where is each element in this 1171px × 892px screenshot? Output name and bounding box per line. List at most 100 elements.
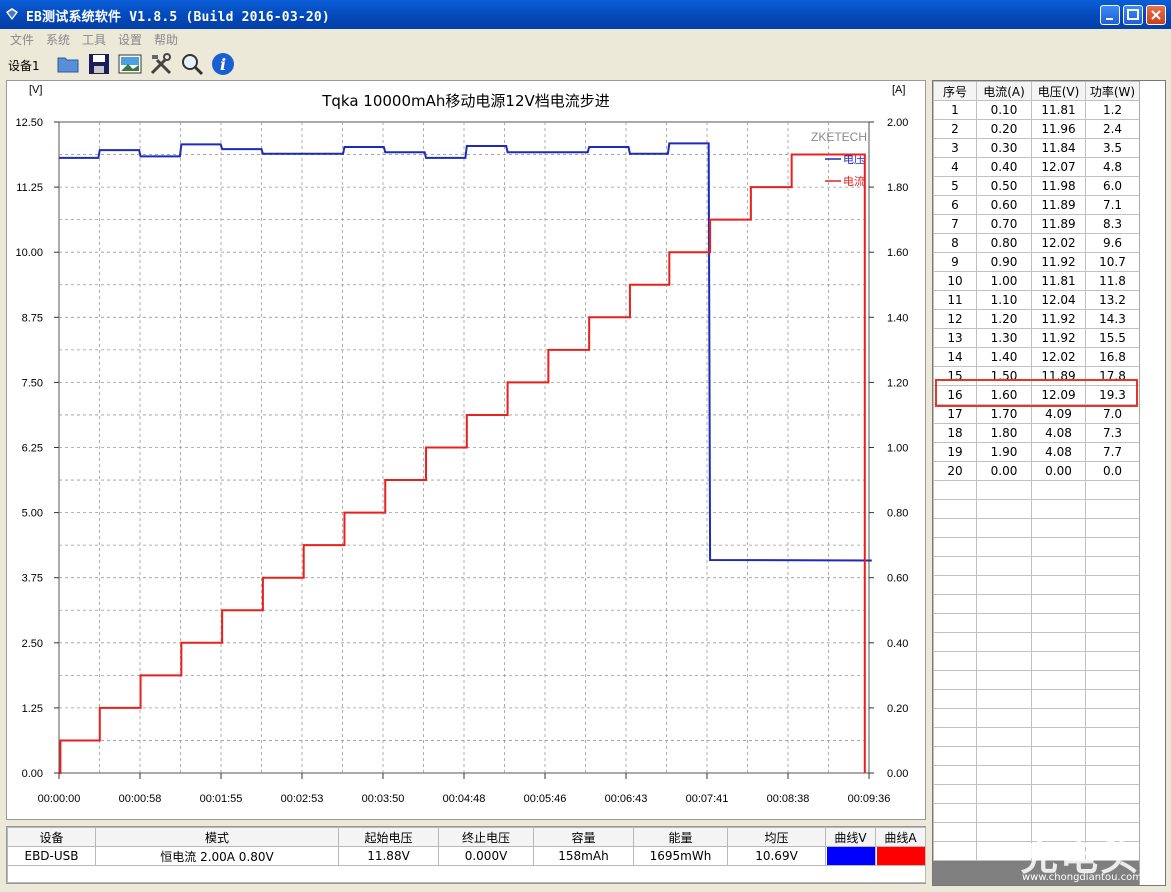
x-tick-label: 00:00:58 <box>119 793 162 805</box>
search-icon[interactable] <box>180 52 204 76</box>
table-cell: 0.00 <box>976 461 1032 481</box>
table-cell: 1.90 <box>976 442 1032 462</box>
table-cell: 0.80 <box>976 233 1032 253</box>
table-cell: 0.50 <box>976 176 1032 196</box>
table-cell: 12.02 <box>1031 233 1086 253</box>
y-right-tick-label: 0.60 <box>887 573 908 585</box>
device-tab[interactable]: 设备1 <box>8 57 40 74</box>
x-tick-label: 00:04:48 <box>443 793 486 805</box>
table-cell: 12.02 <box>1031 347 1086 367</box>
table-cell: 4.08 <box>1031 423 1086 443</box>
table-row[interactable]: 11 1.10 12.04 13.2 <box>933 290 1140 310</box>
summary-header: 曲线A <box>875 827 926 847</box>
empty-row <box>933 537 1140 557</box>
table-row[interactable]: 12 1.20 11.92 14.3 <box>933 309 1140 329</box>
color-swatch <box>826 847 875 865</box>
table-row[interactable]: 7 0.70 11.89 8.3 <box>933 214 1140 234</box>
table-cell: 7.3 <box>1085 423 1140 443</box>
y-right-tick-label: 0.40 <box>887 638 908 650</box>
window-title: EB测试系统软件 V1.8.5 (Build 2016-03-20) <box>26 10 330 25</box>
x-tick-label: 00:00:00 <box>38 793 81 805</box>
table-cell: 11.84 <box>1031 138 1086 158</box>
tools-icon[interactable] <box>149 52 173 76</box>
empty-row <box>933 727 1140 747</box>
curve-a-color[interactable] <box>875 846 926 866</box>
table-cell: 1 <box>933 100 977 120</box>
table-cell: 11 <box>933 290 977 310</box>
menu-settings[interactable]: 设置 <box>118 31 142 48</box>
maximize-button[interactable] <box>1123 5 1143 25</box>
menu-tools[interactable]: 工具 <box>82 31 106 48</box>
y-right-tick-label: 1.60 <box>887 247 908 259</box>
table-row[interactable]: 17 1.70 4.09 7.0 <box>933 404 1140 424</box>
y-left-tick-label: 7.50 <box>22 377 43 389</box>
image-icon[interactable] <box>118 52 142 76</box>
save-icon[interactable] <box>87 52 111 76</box>
table-cell: 2.4 <box>1085 119 1140 139</box>
table-cell: 0.90 <box>976 252 1032 272</box>
table-cell: 7 <box>933 214 977 234</box>
y-right-tick-label: 0.20 <box>887 703 908 715</box>
scrollbar[interactable] <box>1139 81 1165 885</box>
table-row[interactable]: 18 1.80 4.08 7.3 <box>933 423 1140 443</box>
close-button[interactable] <box>1146 5 1166 25</box>
table-cell: 1.10 <box>976 290 1032 310</box>
column-header[interactable]: 电压(V) <box>1031 81 1086 101</box>
table-row[interactable]: 8 0.80 12.02 9.6 <box>933 233 1140 253</box>
column-header[interactable]: 电流(A) <box>976 81 1032 101</box>
empty-row <box>933 613 1140 633</box>
table-row[interactable]: 5 0.50 11.98 6.0 <box>933 176 1140 196</box>
y-left-tick-label: 1.25 <box>22 703 43 715</box>
column-header[interactable]: 功率(W) <box>1085 81 1140 101</box>
table-cell: 10.7 <box>1085 252 1140 272</box>
y-left-tick-label: 8.75 <box>22 312 43 324</box>
table-cell: 11.81 <box>1031 100 1086 120</box>
summary-cell: 158mAh <box>533 846 634 866</box>
table-row[interactable]: 3 0.30 11.84 3.5 <box>933 138 1140 158</box>
y-right-tick-label: 1.80 <box>887 182 908 194</box>
info-icon[interactable]: i <box>211 52 235 76</box>
table-cell: 12.07 <box>1031 157 1086 177</box>
table-cell: 3 <box>933 138 977 158</box>
table-cell: 4.08 <box>1031 442 1086 462</box>
column-header[interactable]: 序号 <box>933 81 977 101</box>
table-row[interactable]: 19 1.90 4.08 7.7 <box>933 442 1140 462</box>
watermark-url: www.chongdiantou.com <box>1022 872 1142 883</box>
y-left-tick-label: 3.75 <box>22 573 43 585</box>
menu-help[interactable]: 帮助 <box>154 31 178 48</box>
chart-panel: 12.50 11.25 10.00 8.75 7.50 6.25 5.00 3.75 2.50 1… <box>6 80 926 820</box>
menu-system[interactable]: 系统 <box>46 31 70 48</box>
menu-file[interactable]: 文件 <box>10 31 34 48</box>
empty-row <box>933 708 1140 728</box>
table-row[interactable]: 10 1.00 11.81 11.8 <box>933 271 1140 291</box>
summary-cell: 11.88V <box>338 846 439 866</box>
table-row[interactable]: 4 0.40 12.07 4.8 <box>933 157 1140 177</box>
curve-v-color[interactable] <box>825 846 876 866</box>
empty-row <box>933 499 1140 519</box>
table-row[interactable]: 1 0.10 11.81 1.2 <box>933 100 1140 120</box>
table-cell: 0.10 <box>976 100 1032 120</box>
table-cell: 14 <box>933 347 977 367</box>
table-cell: 20 <box>933 461 977 481</box>
y-left-tick-label: 6.25 <box>22 443 43 455</box>
table-row[interactable]: 9 0.90 11.92 10.7 <box>933 252 1140 272</box>
table-row[interactable]: 13 1.30 11.92 15.5 <box>933 328 1140 348</box>
table-row[interactable]: 2 0.20 11.96 2.4 <box>933 119 1140 139</box>
summary-header: 曲线V <box>825 827 876 847</box>
minimize-button[interactable] <box>1100 5 1120 25</box>
table-cell: 0.40 <box>976 157 1032 177</box>
table-cell: 13 <box>933 328 977 348</box>
table-cell: 1.40 <box>976 347 1032 367</box>
chart-title: Tqka 10000mAh移动电源12V档电流步进 <box>321 92 610 110</box>
table-row[interactable]: 6 0.60 11.89 7.1 <box>933 195 1140 215</box>
table-row[interactable]: 20 0.00 0.00 0.0 <box>933 461 1140 481</box>
x-tick-label: 00:08:38 <box>767 793 810 805</box>
x-tick-label: 00:05:46 <box>524 793 567 805</box>
table-row[interactable]: 14 1.40 12.02 16.8 <box>933 347 1140 367</box>
row-highlight-box <box>935 379 1138 407</box>
summary-empty-row <box>7 865 926 883</box>
x-tick-label: 00:06:43 <box>605 793 648 805</box>
data-table: 序号 电流(A) 电压(V) 功率(W) 1 0.10 11.81 1.2 2 0.20 11.9… <box>933 81 1140 861</box>
close-icon <box>1151 10 1161 20</box>
open-folder-icon[interactable] <box>56 52 80 76</box>
